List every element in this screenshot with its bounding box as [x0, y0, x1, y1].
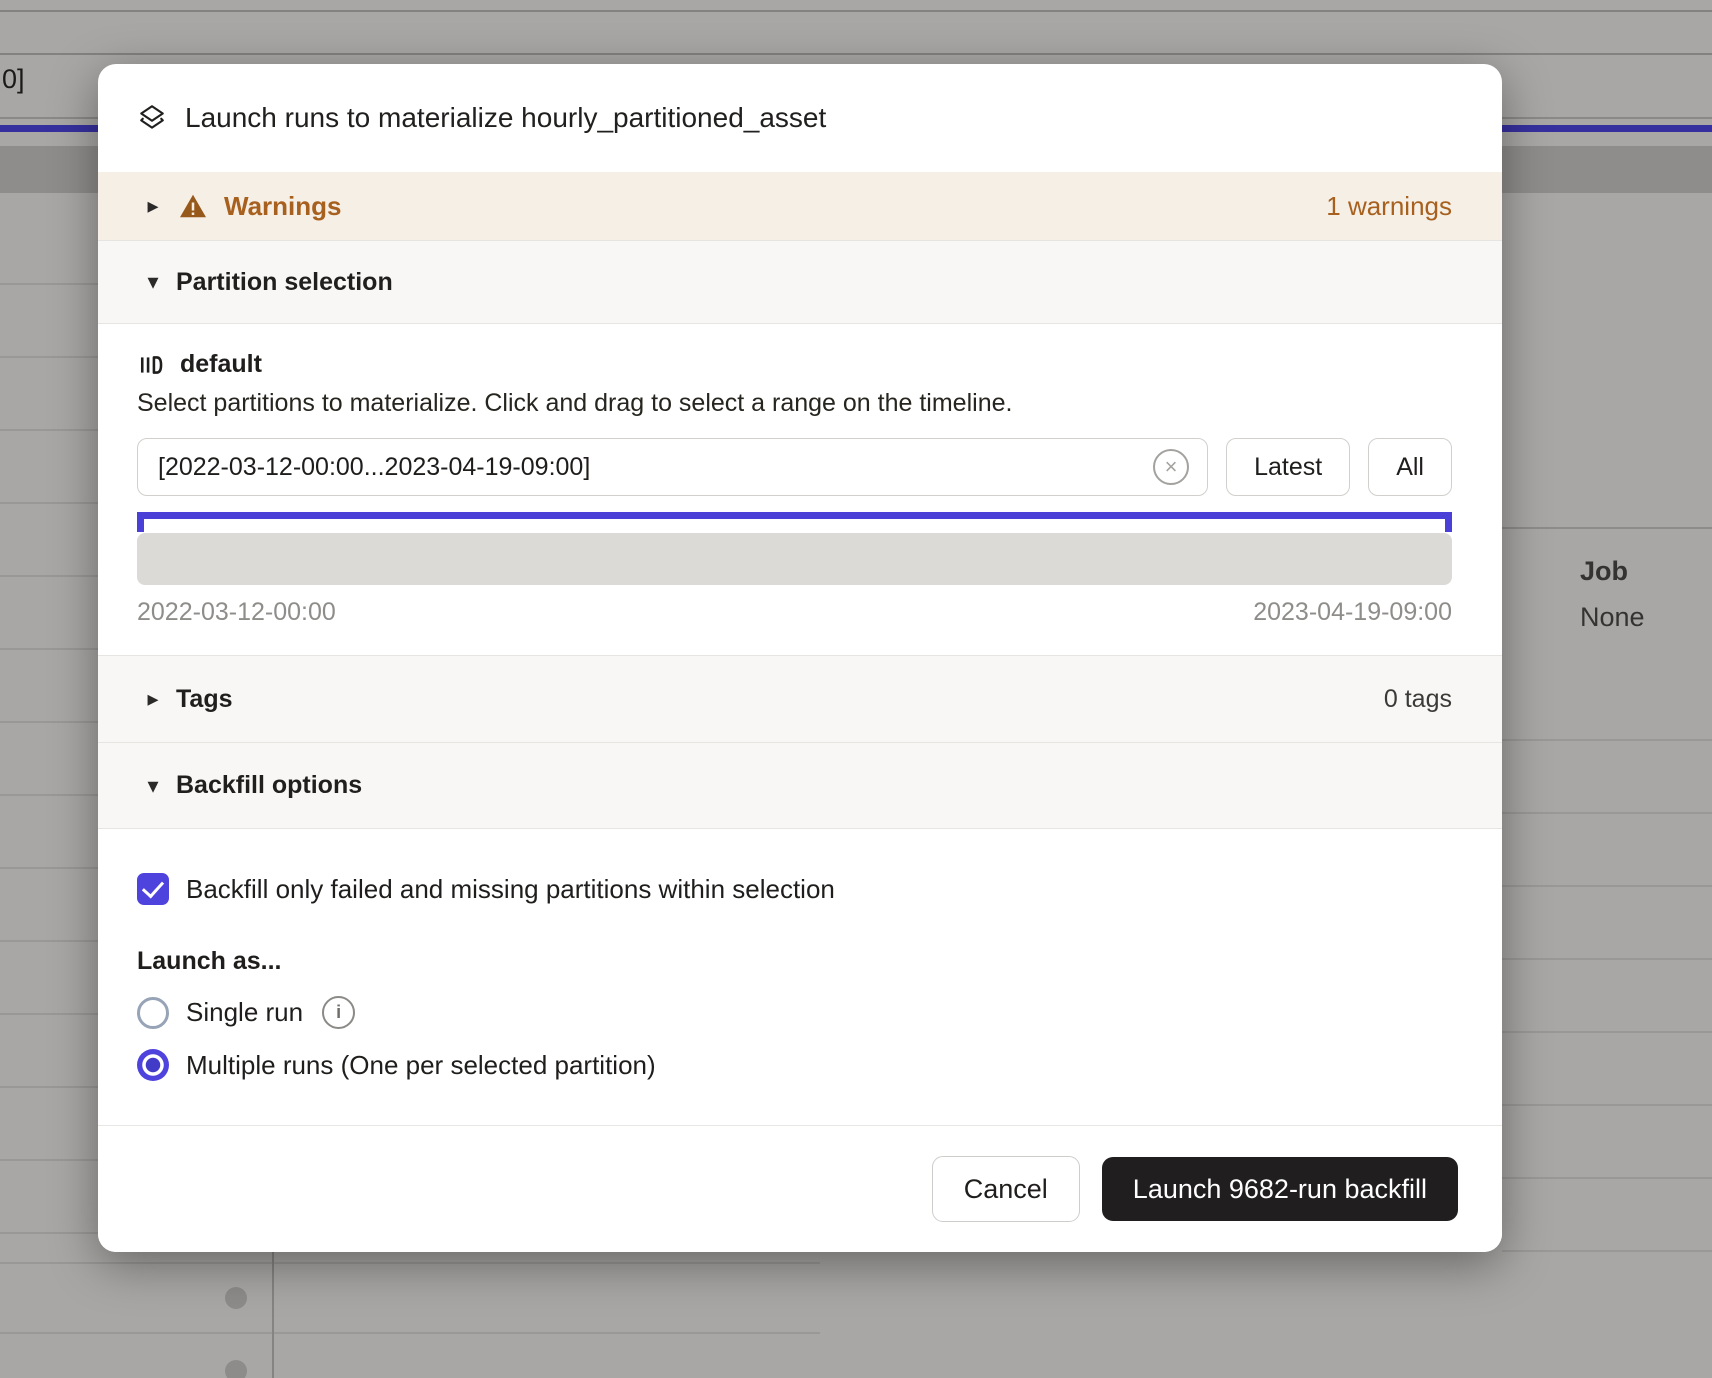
- tags-expander[interactable]: ▸ Tags 0 tags: [98, 655, 1502, 742]
- bg-status-dot: [225, 1360, 247, 1378]
- warning-triangle-icon: [178, 191, 208, 221]
- bg-column-divider: [272, 1252, 274, 1378]
- timeline-range-labels: 2022-03-12-00:00 2023-04-19-09:00: [137, 598, 1452, 627]
- bg-clipped-text: 0]: [2, 64, 25, 95]
- cancel-button[interactable]: Cancel: [932, 1156, 1080, 1222]
- range-start-label: 2022-03-12-00:00: [137, 598, 336, 627]
- warnings-count-badge: 1 warnings: [1326, 191, 1452, 222]
- partition-selection-header: Partition selection: [176, 268, 393, 297]
- materialize-layers-icon: [137, 103, 167, 133]
- range-end-label: 2023-04-19-09:00: [1253, 598, 1452, 627]
- partition-selection-expander[interactable]: ▾ Partition selection: [98, 240, 1502, 324]
- radio-selected-icon[interactable]: [137, 1049, 169, 1081]
- dialog-title: Launch runs to materialize hourly_partit…: [185, 102, 826, 134]
- dialog-header: Launch runs to materialize hourly_partit…: [98, 64, 1502, 172]
- launch-backfill-button[interactable]: Launch 9682-run backfill: [1102, 1157, 1458, 1221]
- dimension-row: default: [137, 350, 1452, 379]
- bg-table-rows-right: [1502, 668, 1712, 1252]
- partition-timeline-track[interactable]: [137, 533, 1452, 585]
- backfill-options-header: Backfill options: [176, 771, 362, 800]
- bg-table-rows-left: [0, 212, 98, 1252]
- bg-status-dot: [225, 1287, 247, 1309]
- launch-as-label: Launch as...: [137, 947, 1452, 976]
- bg-divider: [0, 1262, 820, 1264]
- dimension-name: default: [180, 350, 262, 379]
- partition-range-value: [2022-03-12-00:00...2023-04-19-09:00]: [158, 453, 590, 482]
- chevron-right-icon: ▸: [144, 193, 162, 219]
- tags-header: Tags: [176, 685, 233, 714]
- bg-divider: [0, 1332, 820, 1334]
- partition-selection-body: default Select partitions to materialize…: [98, 324, 1502, 655]
- warnings-label: Warnings: [224, 191, 341, 222]
- warnings-expander[interactable]: ▸ Warnings 1 warnings: [98, 172, 1502, 240]
- radio-unselected-icon[interactable]: [137, 997, 169, 1029]
- bg-divider: [0, 53, 1712, 55]
- multiple-runs-label: Multiple runs (One per selected partitio…: [186, 1050, 656, 1081]
- dialog-footer: Cancel Launch 9682-run backfill: [98, 1125, 1502, 1252]
- clear-selection-icon[interactable]: ×: [1153, 449, 1189, 485]
- backfill-options-body: Backfill only failed and missing partiti…: [98, 829, 1502, 1081]
- chevron-right-icon: ▸: [144, 686, 162, 712]
- backfill-failed-missing-checkbox-row[interactable]: Backfill only failed and missing partiti…: [137, 873, 1452, 905]
- single-run-radio-row[interactable]: Single run i: [137, 996, 1452, 1029]
- selected-range-bracket: [137, 512, 1452, 532]
- backfill-options-expander[interactable]: ▾ Backfill options: [98, 742, 1502, 829]
- bg-job-column-header: Job: [1580, 556, 1628, 587]
- chevron-down-icon: ▾: [144, 773, 162, 799]
- all-button[interactable]: All: [1368, 438, 1452, 496]
- tags-count-badge: 0 tags: [1384, 685, 1452, 714]
- info-icon[interactable]: i: [322, 996, 355, 1029]
- chevron-down-icon: ▾: [144, 269, 162, 295]
- single-run-label: Single run: [186, 997, 303, 1028]
- selected-range-bar: [137, 512, 1452, 519]
- partition-set-icon: [137, 351, 165, 379]
- bg-divider: [0, 10, 1712, 12]
- partition-range-input[interactable]: [2022-03-12-00:00...2023-04-19-09:00] ×: [137, 438, 1208, 496]
- checkbox-checked-icon[interactable]: [137, 873, 169, 905]
- multiple-runs-radio-row[interactable]: Multiple runs (One per selected partitio…: [137, 1049, 1452, 1081]
- launch-backfill-dialog: Launch runs to materialize hourly_partit…: [98, 64, 1502, 1252]
- backfill-checkbox-label: Backfill only failed and missing partiti…: [186, 874, 835, 905]
- partition-input-row: [2022-03-12-00:00...2023-04-19-09:00] × …: [137, 438, 1452, 496]
- latest-button[interactable]: Latest: [1226, 438, 1350, 496]
- screen: 0] Job None Launch runs to materialize h…: [0, 0, 1712, 1378]
- partition-selection-description: Select partitions to materialize. Click …: [137, 389, 1452, 418]
- bg-divider: [1502, 527, 1712, 529]
- bg-job-column-value: None: [1580, 602, 1645, 633]
